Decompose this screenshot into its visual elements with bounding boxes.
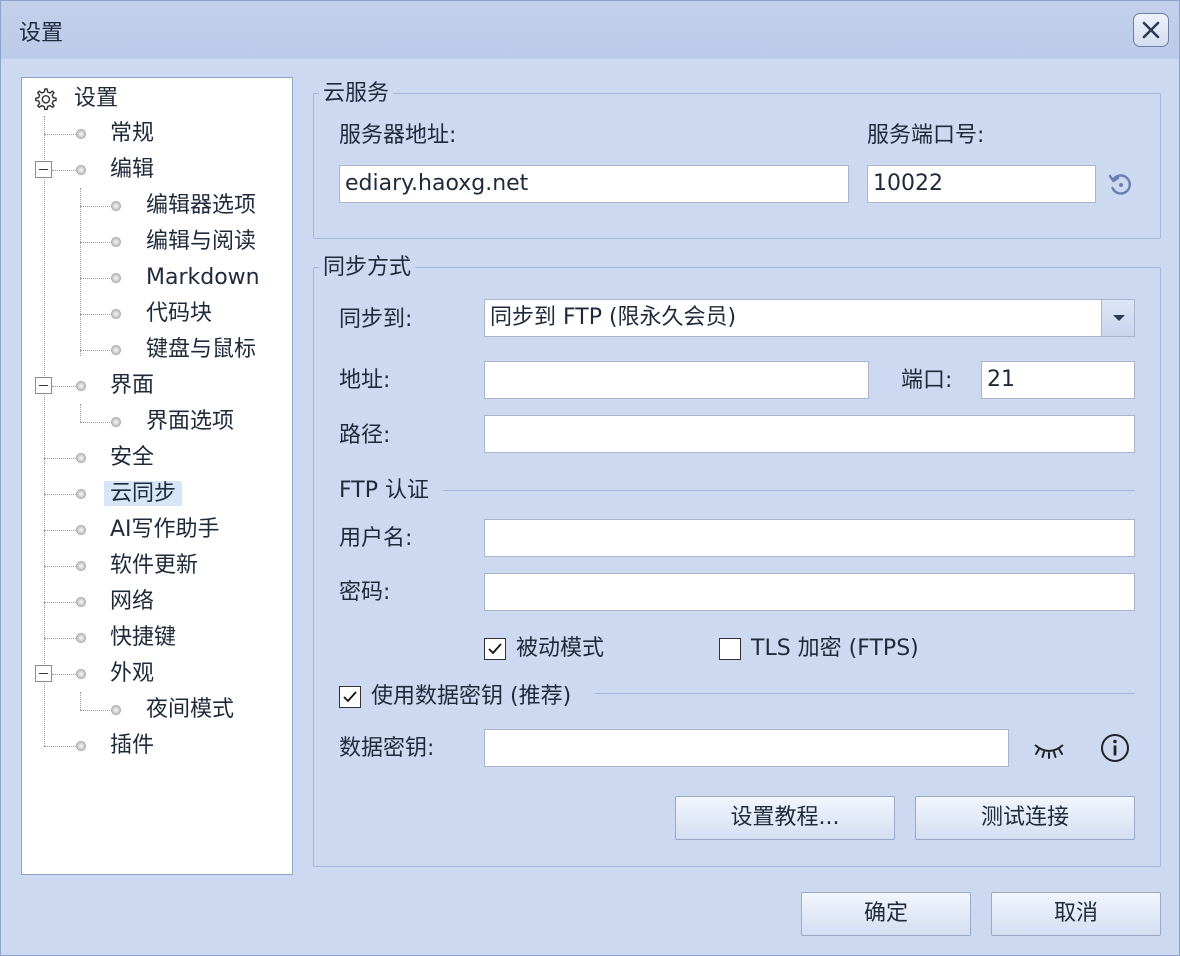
password-label: 密码: xyxy=(339,580,391,605)
username-input[interactable] xyxy=(484,519,1135,557)
ok-button[interactable]: 确定 xyxy=(801,892,971,936)
collapse-icon[interactable] xyxy=(35,161,52,178)
path-input[interactable] xyxy=(484,415,1135,453)
port-label: 端口: xyxy=(901,368,953,393)
tree-item-code-block[interactable]: 代码块 xyxy=(140,297,218,331)
close-button[interactable] xyxy=(1133,13,1169,47)
tree-item-markdown[interactable]: Markdown xyxy=(140,261,266,295)
path-label: 路径: xyxy=(339,423,391,448)
cancel-button[interactable]: 取消 xyxy=(991,892,1161,936)
tree-item-appearance[interactable]: 外观 xyxy=(104,657,160,691)
collapse-icon[interactable] xyxy=(35,665,52,682)
ftp-auth-label: FTP 认证 xyxy=(339,478,429,503)
server-port-input[interactable]: 10022 xyxy=(867,165,1096,203)
checkmark-icon xyxy=(343,691,357,703)
setup-tutorial-button[interactable]: 设置教程... xyxy=(675,796,895,840)
tree-item-network[interactable]: 网络 xyxy=(104,585,160,619)
chevron-down-icon[interactable] xyxy=(1101,300,1134,336)
use-data-key-label: 使用数据密钥 (推荐) xyxy=(371,684,572,709)
tree-item-cloud-sync[interactable]: 云同步 xyxy=(104,477,183,511)
tree-item-shortcuts[interactable]: 快捷键 xyxy=(104,621,182,655)
window-title: 设置 xyxy=(19,21,64,46)
use-data-key-checkbox[interactable] xyxy=(339,686,361,708)
tree-item-interface[interactable]: 界面 xyxy=(104,369,160,403)
reset-icon[interactable] xyxy=(1107,171,1135,199)
data-key-label: 数据密钥: xyxy=(339,736,435,761)
tree-item-update[interactable]: 软件更新 xyxy=(104,549,204,583)
gear-icon xyxy=(35,88,57,111)
tree-item-keyboard-mouse[interactable]: 键盘与鼠标 xyxy=(140,333,262,367)
passive-mode-checkbox[interactable] xyxy=(484,638,506,660)
tls-checkbox[interactable] xyxy=(719,638,741,660)
sync-method-group xyxy=(313,267,1161,867)
settings-tree: 设置 常规 编辑 编辑器选项 编辑与阅读 Markdown 代码块 键盘与鼠标 … xyxy=(21,77,293,875)
tree-item-interface-options[interactable]: 界面选项 xyxy=(140,405,240,439)
tree-root[interactable]: 设置 xyxy=(68,82,124,116)
sync-method-title: 同步方式 xyxy=(319,255,416,281)
tree-item-night-mode[interactable]: 夜间模式 xyxy=(140,693,240,727)
title-bar: 设置 xyxy=(1,1,1179,59)
port-input[interactable]: 21 xyxy=(981,361,1135,399)
server-port-label: 服务端口号: xyxy=(867,123,985,148)
settings-window: 设置 设置 常规 编辑 编辑器选项 编辑与阅读 Markdown 代码块 键盘与… xyxy=(0,0,1180,956)
tree-item-ai-assistant[interactable]: AI写作助手 xyxy=(104,513,226,547)
info-icon[interactable] xyxy=(1100,733,1130,763)
close-icon xyxy=(1142,21,1160,39)
collapse-icon[interactable] xyxy=(35,377,52,394)
tree-item-general[interactable]: 常规 xyxy=(104,117,160,151)
sync-to-select[interactable]: 同步到 FTP (限永久会员) xyxy=(484,299,1135,337)
address-input[interactable] xyxy=(484,361,869,399)
eye-closed-icon[interactable] xyxy=(1033,739,1065,759)
cloud-service-title: 云服务 xyxy=(319,81,394,107)
tree-item-edit[interactable]: 编辑 xyxy=(104,153,160,187)
username-label: 用户名: xyxy=(339,526,413,551)
server-address-input[interactable]: ediary.haoxg.net xyxy=(339,165,849,203)
tls-label: TLS 加密 (FTPS) xyxy=(751,636,919,661)
data-key-input[interactable] xyxy=(484,729,1009,767)
tree-item-editor-options[interactable]: 编辑器选项 xyxy=(140,189,262,223)
sync-to-label: 同步到: xyxy=(339,307,413,332)
passive-mode-label: 被动模式 xyxy=(516,636,605,661)
tree-item-plugins[interactable]: 插件 xyxy=(104,729,160,763)
tree-item-edit-read[interactable]: 编辑与阅读 xyxy=(140,225,262,259)
sync-to-value: 同步到 FTP (限永久会员) xyxy=(490,305,737,330)
checkmark-icon xyxy=(488,643,502,655)
address-label: 地址: xyxy=(339,368,391,393)
server-address-label: 服务器地址: xyxy=(339,123,457,148)
password-input[interactable] xyxy=(484,573,1135,611)
tree-item-security[interactable]: 安全 xyxy=(104,441,160,475)
test-connection-button[interactable]: 测试连接 xyxy=(915,796,1135,840)
